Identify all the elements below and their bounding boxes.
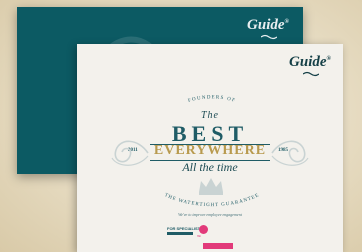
partner-badge-icon	[199, 225, 208, 234]
leaf-flourish-icon	[261, 34, 277, 40]
svg-text:THE WATERTIGHT GUARANTEE: THE WATERTIGHT GUARANTEE	[163, 193, 260, 208]
partner-bar	[167, 232, 193, 235]
arc-bottom-text: THE WATERTIGHT GUARANTEE	[163, 193, 260, 208]
ornamental-swirl-icon	[111, 140, 149, 166]
ornamental-swirl-icon	[271, 140, 309, 166]
front-card: Guide® FOUNDERS OF The BEST EVERYWHERE A…	[77, 44, 343, 252]
back-logo: Guide®	[247, 17, 289, 33]
partner-brand: fbb	[197, 234, 202, 238]
partner-label: FOR SPECIALISTS	[167, 226, 203, 231]
tagline: We've to improve employee engagement	[178, 212, 242, 217]
cta-button[interactable]	[203, 243, 233, 249]
script-line-1: The	[201, 110, 219, 121]
partner-logos: FOR SPECIALISTS fbb	[167, 225, 247, 238]
